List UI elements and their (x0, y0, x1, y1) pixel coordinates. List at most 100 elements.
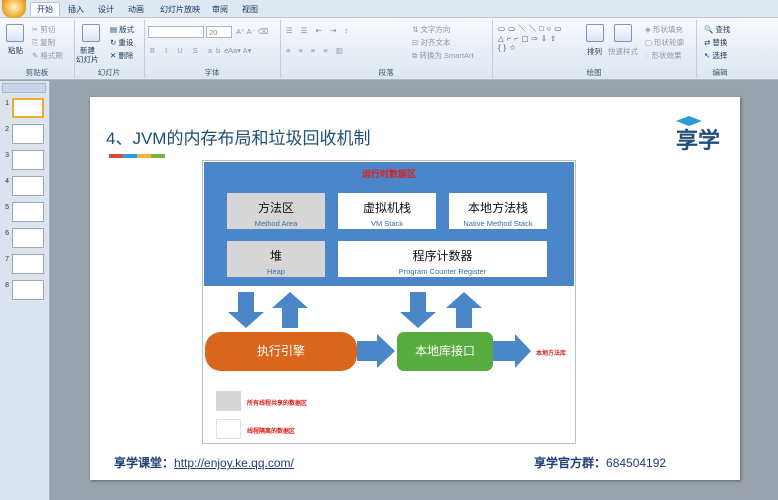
slides-group-label: 幻灯片 (97, 68, 121, 77)
pc-register-box: 程序计数器 Program Counter Register (338, 241, 547, 277)
reset-label: 重设 (118, 38, 134, 47)
pc-register-sublabel: Program Counter Register (398, 267, 487, 276)
grow-shrink-font-buttons[interactable]: A⁺ A⁻ ⌫ (236, 27, 268, 36)
text-direction-label: 文字方向 (420, 25, 451, 34)
footer-course-link[interactable]: http://enjoy.ke.qq.com/ (174, 456, 294, 470)
thumbnail-number: 6 (5, 230, 9, 237)
title-accent-bar-green (151, 154, 165, 158)
down-arrow-left (228, 292, 264, 328)
slide-thumbnail[interactable] (12, 98, 44, 118)
right-arrow-native (493, 334, 531, 368)
arrange-button[interactable]: 排列 (587, 46, 602, 57)
right-arrow-engine (357, 334, 395, 368)
legend-shared-label: 所有线程共享的数据区 (247, 401, 308, 407)
native-interface-box: 本地库接口 (397, 332, 493, 371)
tab-review[interactable]: 审阅 (206, 3, 234, 17)
drawing-group-label: 绘图 (586, 68, 602, 77)
format-painter-label: 格式刷 (40, 51, 63, 60)
runtime-data-area-title: 运行时数据区 (361, 169, 416, 179)
footer-course: 享学课堂：http://enjoy.ke.qq.com/ (114, 454, 294, 471)
new-slide-icon[interactable] (82, 24, 100, 42)
quick-styles-button[interactable]: 快速样式 (608, 46, 638, 57)
copy-button[interactable]: ⎘ 复制 (32, 37, 55, 48)
thumbnail-number: 1 (5, 100, 9, 107)
slide-title: 4、JVM的内存布局和垃圾回收机制 (106, 129, 371, 148)
shape-effects-button[interactable]: ◌ 形状效果 (645, 50, 682, 61)
heap-sublabel: Heap (267, 267, 285, 276)
clipboard-group-label: 剪贴板 (25, 68, 49, 77)
delete-button[interactable]: ✕ 删除 (110, 50, 133, 61)
font-family-select[interactable] (148, 26, 204, 38)
down-arrow-right (400, 292, 436, 328)
paste-button[interactable]: 粘贴 (8, 45, 23, 56)
copy-label: 复制 (40, 38, 56, 47)
align-buttons[interactable]: ≡ ≡ ≡ ≡ ▥ (286, 46, 346, 55)
tab-animations[interactable]: 动画 (122, 3, 150, 17)
ribbon-tab-bar: 开始 插入 设计 动画 幻灯片放映 审阅 视图 (0, 0, 778, 18)
panel-tabs[interactable] (2, 83, 46, 93)
select-label: 选择 (712, 51, 728, 60)
font-size-select[interactable]: 20 (206, 26, 232, 38)
logo: 享学 (676, 128, 721, 153)
tab-design[interactable]: 设计 (92, 3, 120, 17)
font-color-buttons[interactable]: Aa▾ A▾ (228, 46, 251, 55)
layout-button[interactable]: ▤ 版式 (110, 24, 134, 35)
title-accent-bar-yellow (137, 154, 151, 158)
slide-thumbnail[interactable] (12, 254, 44, 274)
tab-home[interactable]: 开始 (30, 2, 60, 16)
reset-button[interactable]: ↻ 重设 (110, 37, 133, 48)
slide-thumbnail[interactable] (12, 202, 44, 222)
editing-group-label: 编辑 (712, 68, 728, 77)
office-button[interactable] (2, 0, 26, 18)
slide-thumbnail[interactable] (12, 150, 44, 170)
cut-button[interactable]: ✂ 剪切 (32, 24, 55, 35)
slide-thumbnail[interactable] (12, 176, 44, 196)
ribbon: 粘贴 ✂ 剪切 ⎘ 复制 ✎ 格式刷 剪贴板 新建 幻灯片 ▤ 版式 ↻ 重设 … (0, 18, 778, 80)
tab-slideshow[interactable]: 幻灯片放映 (154, 3, 206, 17)
shape-outline-label: 形状轮廓 (654, 38, 685, 47)
native-library-label: 本地方法库 (536, 351, 567, 357)
shapes-gallery[interactable]: ▭▭＼＼□○▭ △⌐⌐▢⇨⇩⇧ {}☆ (498, 23, 564, 52)
slide-thumbnail[interactable] (12, 228, 44, 248)
title-accent-bar-red (109, 154, 123, 158)
vm-stack-box: 虚拟机栈 VM Stack (338, 193, 436, 229)
up-arrow-right (446, 292, 482, 328)
smartart-button[interactable]: ⧉ 转换为 SmartArt (412, 50, 474, 61)
footer-group-number: 684504192 (606, 456, 667, 470)
up-arrow-left (272, 292, 308, 328)
method-area-box: 方法区 Method Area (227, 193, 325, 229)
find-button[interactable]: 🔍 查找 (704, 24, 730, 35)
tab-insert[interactable]: 插入 (62, 3, 90, 17)
align-text-button[interactable]: ⊟ 对齐文本 (412, 37, 450, 48)
thumbnail-number: 4 (5, 178, 9, 185)
footer-group-label: 享学官方群： (534, 456, 607, 470)
new-slide-button-line2[interactable]: 幻灯片 (76, 54, 99, 65)
shape-fill-button[interactable]: ◈ 形状填充 (645, 24, 683, 35)
slide-thumbnail[interactable] (12, 124, 44, 144)
select-button[interactable]: ↖ 选择 (704, 50, 727, 61)
font-style-buttons[interactable]: B I U S abe (150, 46, 232, 55)
arrange-icon[interactable] (586, 24, 604, 42)
thumbnail-number: 3 (5, 152, 9, 159)
replace-button[interactable]: ⇄ 替换 (704, 37, 727, 48)
footer-group: 享学官方群：684504192 (534, 454, 666, 471)
text-direction-button[interactable]: ⇅ 文字方向 (412, 24, 450, 35)
legend-isolated-label: 线程隔离的数据区 (247, 429, 296, 435)
delete-label: 删除 (118, 51, 134, 60)
pc-register-label: 程序计数器 (412, 249, 473, 263)
format-painter-button[interactable]: ✎ 格式刷 (32, 50, 63, 61)
slide-thumbnail[interactable] (12, 280, 44, 300)
vm-stack-label: 虚拟机栈 (362, 201, 411, 215)
smartart-label: 转换为 SmartArt (419, 51, 474, 60)
thumbnail-number: 2 (5, 126, 9, 133)
list-buttons[interactable]: ☰ ☰ ⇤ ⇥ ↕ (286, 26, 351, 35)
native-stack-label: 本地方法栈 (467, 201, 528, 215)
cut-label: 剪切 (40, 25, 56, 34)
native-stack-box: 本地方法栈 Native Method Stack (449, 193, 547, 229)
shape-outline-button[interactable]: ▢ 形状轮廓 (645, 37, 684, 48)
native-stack-sublabel: Native Method Stack (463, 219, 533, 228)
paste-icon[interactable] (6, 24, 24, 42)
quick-styles-icon[interactable] (614, 24, 632, 42)
tab-view[interactable]: 视图 (236, 3, 264, 17)
execution-engine-box: 执行引擎 (205, 332, 357, 371)
